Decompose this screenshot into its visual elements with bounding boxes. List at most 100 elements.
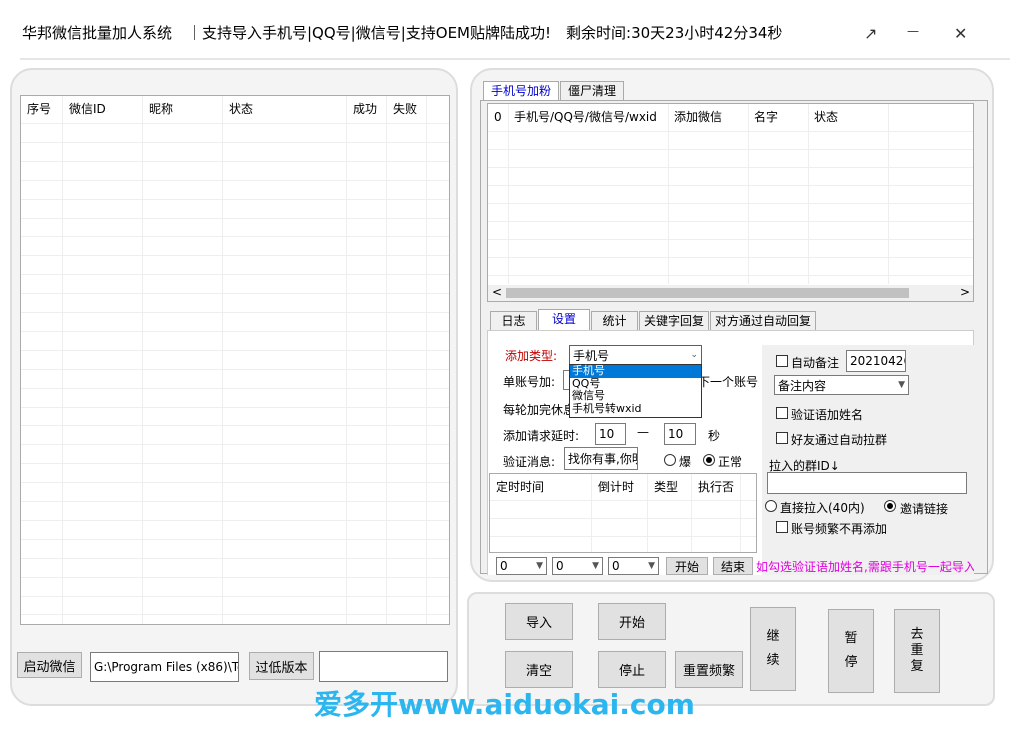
grid-line bbox=[488, 275, 973, 276]
burst-label: 爆 bbox=[679, 455, 692, 469]
grid-line bbox=[21, 425, 449, 427]
auto-remark-checkbox[interactable] bbox=[776, 355, 788, 367]
grid-line bbox=[488, 221, 973, 222]
schedule-select-3-value: 0 bbox=[612, 559, 620, 573]
burst-radio[interactable] bbox=[664, 454, 676, 466]
add-type-select[interactable]: 手机号 ⌄ bbox=[569, 345, 702, 365]
grid-line bbox=[21, 538, 449, 540]
tab-auto-reply[interactable]: 对方通过自动回复 bbox=[710, 311, 816, 331]
tab-stats[interactable]: 统计 bbox=[591, 311, 638, 331]
grid-line bbox=[21, 614, 449, 616]
pause-button[interactable]: 暂 停 bbox=[828, 609, 874, 693]
rest-label: 每轮加完休息 bbox=[503, 403, 576, 417]
delay-dash: — bbox=[637, 425, 649, 439]
schedule-select-1[interactable]: 0 ▼ bbox=[496, 557, 547, 575]
chevron-down-icon: ▼ bbox=[592, 561, 599, 571]
tab-settings[interactable]: 设置 bbox=[538, 309, 590, 331]
remark-select[interactable]: 备注内容 ▼ bbox=[774, 375, 909, 395]
col-schedule-time: 定时时间 bbox=[496, 480, 545, 494]
start-wechat-button[interactable]: 启动微信 bbox=[17, 652, 82, 678]
add-type-label: 添加类型: bbox=[505, 349, 558, 363]
dropdown-option[interactable]: 手机号 bbox=[570, 364, 701, 378]
grid-line bbox=[21, 198, 449, 200]
auto-remark-field[interactable]: 20210426 bbox=[846, 350, 906, 372]
horizontal-scrollbar[interactable]: < > bbox=[488, 285, 973, 301]
account-list[interactable]: 序号 微信ID 昵称 状态 成功 失败 bbox=[20, 95, 450, 625]
grid-line bbox=[21, 160, 449, 162]
scroll-left-icon[interactable]: < bbox=[492, 285, 502, 299]
tab-log[interactable]: 日志 bbox=[490, 311, 537, 331]
phone-list[interactable]: 0 手机号/QQ号/微信号/wxid 添加微信 名字 状态 < > bbox=[487, 103, 974, 302]
normal-radio[interactable] bbox=[703, 454, 715, 466]
chevron-down-icon: ▼ bbox=[648, 561, 655, 571]
add-type-dropdown[interactable]: 手机号 QQ号 微信号 手机号转wxid bbox=[569, 364, 702, 418]
grid-line bbox=[21, 501, 449, 502]
chevron-down-icon: ▼ bbox=[536, 561, 543, 571]
invite-link-radio[interactable] bbox=[884, 500, 896, 512]
grid-line bbox=[488, 185, 973, 186]
schedule-select-3[interactable]: 0 ▼ bbox=[608, 557, 659, 575]
group-id-field[interactable] bbox=[767, 472, 967, 494]
col-nickname: 昵称 bbox=[149, 102, 174, 116]
grid-line bbox=[488, 257, 973, 258]
low-version-button[interactable]: 过低版本 bbox=[249, 652, 314, 680]
freq-stop-checkbox[interactable] bbox=[776, 521, 788, 533]
col-countdown: 倒计时 bbox=[598, 480, 635, 494]
grid-line bbox=[21, 236, 449, 238]
auto-remark-label: 自动备注 bbox=[791, 356, 840, 370]
import-button[interactable]: 导入 bbox=[505, 603, 573, 640]
continue-button[interactable]: 继 续 bbox=[750, 607, 796, 691]
grid-line bbox=[21, 293, 449, 295]
grid-line bbox=[21, 330, 449, 332]
start-button[interactable]: 开始 bbox=[598, 603, 666, 640]
version-field[interactable] bbox=[319, 651, 448, 682]
col-account: 手机号/QQ号/微信号/wxid bbox=[514, 110, 657, 124]
grid-line bbox=[21, 406, 449, 408]
delay-max-field[interactable]: 10 bbox=[664, 423, 696, 445]
dropdown-option[interactable]: 手机号转wxid bbox=[570, 402, 701, 416]
schedule-select-2[interactable]: 0 ▼ bbox=[552, 557, 603, 575]
minimize-icon[interactable]: — bbox=[907, 24, 919, 38]
watermark: 爱多开www.aiduokai.com bbox=[314, 688, 695, 721]
add-type-select-value: 手机号 bbox=[573, 348, 610, 363]
tab-keyword-reply[interactable]: 关键字回复 bbox=[639, 311, 709, 331]
invite-link-label: 邀请链接 bbox=[900, 502, 949, 516]
grid-line bbox=[21, 576, 449, 578]
col-executed: 执行否 bbox=[698, 480, 735, 494]
grid-line bbox=[21, 519, 449, 521]
direct-pull-radio[interactable] bbox=[765, 500, 777, 512]
grid-line bbox=[21, 274, 449, 276]
dedupe-button[interactable]: 去 重 复 bbox=[894, 609, 940, 693]
chevron-down-icon: ⌄ bbox=[690, 350, 698, 360]
auto-pull-group-checkbox[interactable] bbox=[776, 432, 788, 444]
per-account-label: 单账号加: bbox=[503, 375, 556, 389]
delay-min-field[interactable]: 10 bbox=[595, 423, 626, 445]
title-divider bbox=[20, 58, 1010, 60]
scroll-thumb[interactable] bbox=[506, 288, 909, 298]
grid-line bbox=[21, 387, 449, 389]
grid-line bbox=[21, 444, 449, 446]
schedule-select-1-value: 0 bbox=[500, 559, 508, 573]
verify-add-name-checkbox[interactable] bbox=[776, 407, 788, 419]
schedule-list[interactable]: 定时时间 倒计时 类型 执行否 bbox=[489, 473, 757, 553]
auto-pull-group-label: 好友通过自动拉群 bbox=[791, 433, 888, 447]
scroll-right-icon[interactable]: > bbox=[960, 285, 970, 299]
schedule-end-button[interactable]: 结束 bbox=[713, 557, 753, 575]
schedule-start-button[interactable]: 开始 bbox=[666, 557, 708, 575]
chevron-down-icon: ▼ bbox=[898, 380, 905, 390]
verify-message-field[interactable]: 找你有事,你明 bbox=[564, 447, 638, 470]
col-num: 0 bbox=[494, 110, 502, 124]
dropdown-option[interactable]: 微信号 bbox=[570, 389, 701, 403]
col-wechat-id: 微信ID bbox=[69, 102, 106, 116]
grid-line bbox=[21, 312, 449, 313]
grid-line bbox=[488, 203, 973, 204]
close-icon[interactable]: ✕ bbox=[954, 24, 967, 43]
wechat-path-field[interactable]: G:\Program Files (x86)\Te bbox=[90, 652, 239, 682]
grid-line bbox=[488, 149, 973, 150]
restore-icon[interactable]: ↗ bbox=[864, 24, 877, 43]
col-index: 序号 bbox=[27, 102, 52, 116]
tab-phone-add[interactable]: 手机号加粉 bbox=[483, 81, 559, 101]
tab-zombie-clean[interactable]: 僵尸清理 bbox=[560, 81, 624, 101]
grid-line bbox=[21, 368, 449, 370]
col-type: 类型 bbox=[654, 480, 679, 494]
